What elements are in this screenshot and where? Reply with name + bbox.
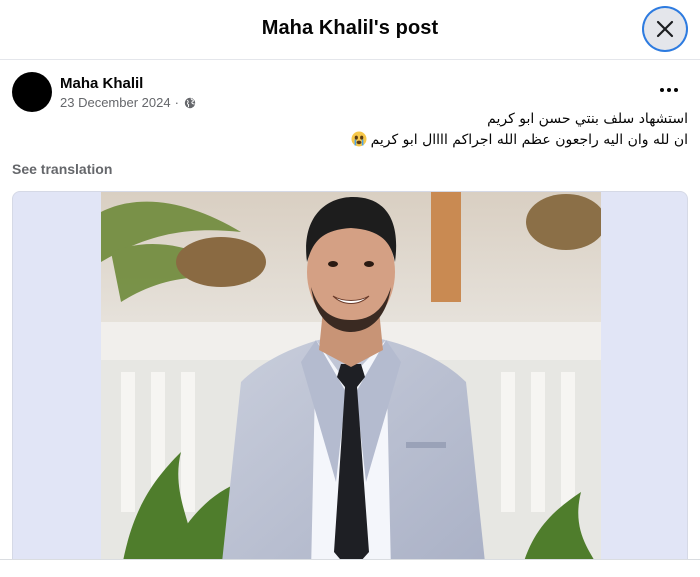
dialog-title: Maha Khalil's post [261, 17, 439, 39]
more-options-button[interactable] [652, 76, 688, 104]
post-dialog: Maha Khalil's post Maha Khalil 23 Decemb… [0, 0, 700, 577]
photo-man-in-suit-icon [101, 192, 601, 570]
avatar[interactable] [12, 72, 52, 112]
close-icon [656, 20, 674, 38]
post-date[interactable]: 23 December 2024 [60, 95, 171, 110]
post-meta: 23 December 2024 · [60, 95, 196, 110]
close-button[interactable] [644, 8, 686, 50]
post-text-line-2: ان لله وان اليه راجعون عظم الله اجراكم ا… [12, 130, 688, 151]
more-dots-icon [674, 88, 678, 92]
see-translation-link[interactable]: See translation [12, 161, 112, 177]
post-text-line-2-content: ان لله وان اليه راجعون عظم الله اجراكم ا… [370, 132, 688, 148]
crying-face-emoji-icon [351, 131, 367, 147]
more-dots-icon [667, 88, 671, 92]
post-media [12, 191, 688, 571]
post-photo[interactable] [101, 192, 601, 570]
more-dots-icon [660, 88, 664, 92]
author-name[interactable]: Maha Khalil [60, 75, 143, 92]
meta-separator: · [174, 95, 179, 110]
bottom-bar [0, 559, 700, 577]
dialog-header: Maha Khalil's post [0, 0, 700, 60]
post-text: استشهاد سلف بنتي حسن ابو كريم ان لله وان… [12, 109, 688, 151]
post-text-line-1: استشهاد سلف بنتي حسن ابو كريم [487, 111, 688, 127]
globe-icon[interactable] [184, 97, 196, 109]
